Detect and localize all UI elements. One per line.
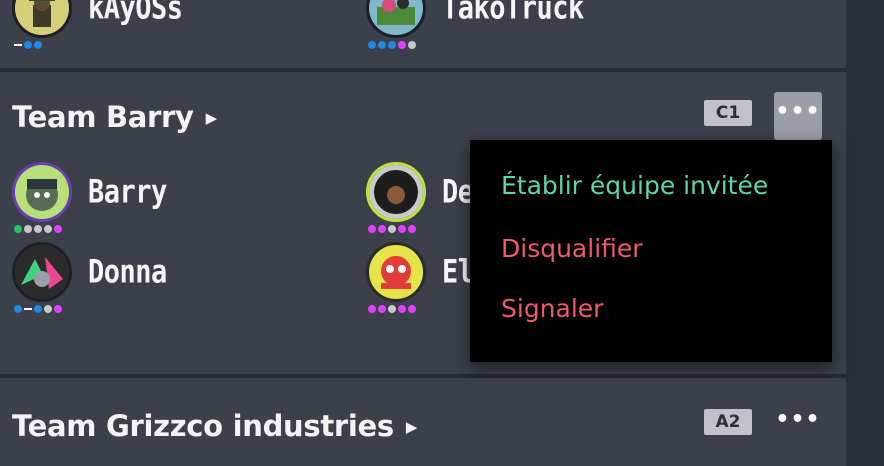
weapon-dot — [398, 305, 406, 313]
weapon-dot — [378, 305, 386, 313]
team-card-grizzco: Team Grizzco industries ▶ A2 ••• — [0, 378, 846, 466]
team-name: Team Barry — [12, 100, 194, 134]
weapon-dot — [398, 41, 406, 49]
seed-badge: A2 — [704, 409, 752, 435]
weapon-dot — [388, 225, 396, 233]
team-title[interactable]: Team Barry ▶ — [12, 100, 217, 134]
team-title[interactable]: Team Grizzco industries ▶ — [12, 409, 417, 443]
weapon-dots — [368, 225, 416, 233]
weapon-dot — [44, 225, 52, 233]
player-name: De — [442, 174, 474, 211]
weapon-dot — [388, 41, 396, 49]
weapon-dot — [388, 305, 396, 313]
player-avatar — [12, 0, 72, 38]
weapon-dot — [398, 225, 406, 233]
more-options-button[interactable]: ••• — [774, 400, 822, 448]
weapon-dot — [54, 305, 62, 313]
weapon-dot — [378, 41, 386, 49]
menu-item-report[interactable]: Signaler — [501, 294, 603, 323]
more-icon: ••• — [775, 407, 821, 432]
weapon-dot — [378, 225, 386, 233]
weapon-dots — [368, 305, 416, 313]
weapon-dot — [24, 308, 32, 310]
weapon-dot — [44, 305, 52, 313]
player-name: kAyOSs — [88, 0, 183, 27]
weapon-dots — [14, 225, 62, 233]
weapon-dot — [34, 305, 42, 313]
weapon-dot — [14, 225, 22, 233]
expand-arrow-icon[interactable]: ▶ — [406, 418, 418, 436]
weapon-dot — [408, 305, 416, 313]
player-name: Donna — [88, 254, 167, 291]
more-options-button[interactable]: ••• — [774, 92, 822, 140]
weapon-dots — [14, 41, 42, 49]
expand-arrow-icon[interactable]: ▶ — [206, 109, 218, 127]
weapon-dot — [368, 225, 376, 233]
menu-item-set-guest-team[interactable]: Établir équipe invitée — [501, 171, 768, 200]
player-avatar — [366, 0, 426, 38]
weapon-dot — [14, 44, 22, 46]
team-card-top: kAyOSs TakoTruck — [0, 0, 846, 68]
menu-item-disqualify[interactable]: Disqualifier — [501, 234, 643, 263]
weapon-dot — [14, 305, 22, 313]
seed-badge: C1 — [704, 100, 752, 126]
player-name: TakoTruck — [442, 0, 584, 27]
team-name: Team Grizzco industries — [12, 409, 394, 443]
weapon-dot — [24, 41, 32, 49]
tournament-teams-panel: kAyOSs TakoTruck Team Barry ▶ C1 ••• Bar… — [0, 0, 884, 466]
player-avatar — [366, 242, 426, 302]
weapon-dot — [54, 225, 62, 233]
more-icon: ••• — [775, 99, 821, 124]
weapon-dot — [408, 41, 416, 49]
weapon-dot — [24, 225, 32, 233]
weapon-dots — [14, 305, 62, 313]
weapon-dot — [34, 41, 42, 49]
weapon-dot — [368, 305, 376, 313]
side-panel-edge — [846, 0, 884, 466]
player-avatar — [366, 162, 426, 222]
weapon-dot — [368, 41, 376, 49]
player-avatar — [12, 162, 72, 222]
weapon-dots — [368, 41, 416, 49]
player-name: Barry — [88, 174, 167, 211]
weapon-dot — [408, 225, 416, 233]
player-avatar — [12, 242, 72, 302]
weapon-dot — [34, 225, 42, 233]
team-options-menu: Établir équipe invitée Disqualifier Sign… — [470, 140, 832, 362]
